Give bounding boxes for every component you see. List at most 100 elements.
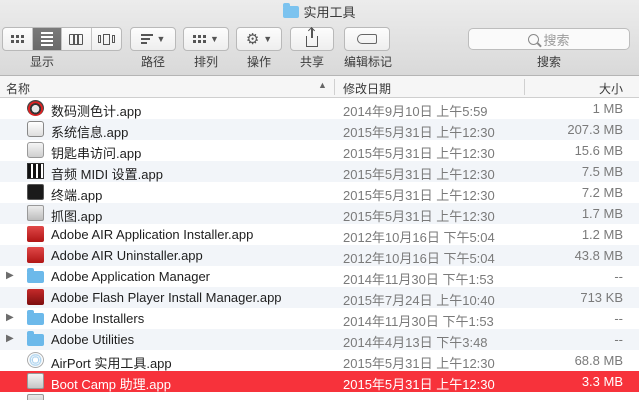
tags-group: 编辑标记	[344, 27, 392, 69]
file-row[interactable]: Adobe Flash Player Install Manager.app 20…	[0, 287, 639, 308]
file-date: 2015年5月31日 上午12:30	[343, 209, 495, 224]
file-row[interactable]: ▶ Adobe Installers 2014年11月30日 下午1:53 --	[0, 308, 639, 329]
file-name: 终端.app	[51, 188, 103, 203]
column-name[interactable]: 名称	[6, 80, 30, 97]
action-button[interactable]: ⚙ ▼	[236, 27, 282, 51]
path-icon	[140, 34, 153, 44]
file-date: 2015年5月31日 上午12:30	[343, 125, 495, 140]
chevron-down-icon: ▼	[210, 34, 219, 44]
list-view-button[interactable]	[32, 28, 62, 50]
app-icon	[27, 121, 44, 137]
file-name: Adobe Utilities	[51, 332, 135, 347]
app-icon	[27, 142, 44, 158]
file-date: 2012年10月16日 下午5:04	[343, 230, 495, 245]
file-row[interactable]: 系统信息.app 2015年5月31日 上午12:30 207.3 MB	[0, 119, 639, 140]
file-row[interactable]: ▶ Adobe Utilities 2014年4月13日 下午3:48 --	[0, 329, 639, 350]
file-date: 2012年10月16日 下午5:04	[343, 251, 495, 266]
file-row[interactable]: 终端.app 2015年5月31日 上午12:30 7.2 MB	[0, 182, 639, 203]
edit-tags-label: 编辑标记	[344, 55, 393, 69]
column-view-button[interactable]	[62, 28, 92, 50]
file-name: AirPort 实用工具.app	[51, 356, 172, 371]
file-list: 数码测色计.app 2014年9月10日 上午5:59 1 MB 系统信息.app 20…	[0, 98, 639, 400]
path-button[interactable]: ▼	[130, 27, 176, 51]
file-row[interactable]: 钥匙串访问.app 2015年5月31日 上午12:30 15.6 MB	[0, 140, 639, 161]
column-header: 名称 ▲ 修改日期 大小	[0, 76, 639, 98]
column-size[interactable]: 大小	[599, 80, 623, 97]
share-icon	[306, 27, 318, 47]
file-row[interactable]: Adobe AIR Application Installer.app 2012年…	[0, 224, 639, 245]
edit-tags-button[interactable]	[344, 27, 390, 51]
file-name: Adobe Application Manager	[51, 269, 211, 284]
file-size: 7.5 MB	[581, 164, 623, 179]
file-date: 2014年4月13日 下午3:48	[343, 335, 488, 350]
file-size: 1.2 MB	[581, 227, 623, 242]
file-name: Adobe Flash Player Install Manager.app	[51, 290, 282, 305]
file-row[interactable]: ▶ Adobe Application Manager 2014年11月30日 下午…	[0, 266, 639, 287]
sort-arrow-icon: ▲	[318, 80, 327, 90]
app-icon	[27, 352, 44, 368]
app-icon	[27, 247, 44, 263]
file-size: --	[614, 332, 623, 347]
share-group: 共享	[290, 27, 334, 69]
share-label: 共享	[299, 55, 324, 69]
search-label: 搜索	[536, 55, 561, 69]
file-name: Adobe AIR Uninstaller.app	[51, 248, 203, 263]
toolbar: 实用工具 显示 ▼ 路径 ▼ 排列 ⚙ ▼ 操作 共享 编辑标记 搜索 搜索	[0, 0, 639, 76]
coverflow-view-button[interactable]	[92, 28, 121, 50]
icon-view-button[interactable]	[3, 28, 33, 50]
share-button[interactable]	[290, 27, 334, 51]
file-date: 2014年11月30日 下午1:53	[343, 272, 494, 287]
file-name: Adobe Installers	[51, 311, 145, 326]
app-icon	[27, 100, 44, 116]
column-divider[interactable]	[334, 79, 335, 95]
folder-icon	[283, 3, 300, 18]
column-divider[interactable]	[524, 79, 525, 95]
sort-button[interactable]: ▼	[183, 27, 229, 51]
file-size: 7.2 MB	[581, 185, 623, 200]
icon-view-icon	[10, 35, 24, 43]
view-label: 显示	[29, 55, 54, 69]
search-placeholder: 搜索	[543, 32, 570, 48]
file-row[interactable]: 音频 MIDI 设置.app 2015年5月31日 上午12:30 7.5 MB	[0, 161, 639, 182]
file-name: 抓图.app	[51, 209, 103, 224]
file-size: 1.7 MB	[581, 206, 623, 221]
column-date[interactable]: 修改日期	[343, 80, 391, 97]
file-row[interactable]: 数码测色计.app 2014年9月10日 上午5:59 1 MB	[0, 98, 639, 119]
file-row[interactable]: Adobe AIR Uninstaller.app 2012年10月16日 下午5…	[0, 245, 639, 266]
file-row[interactable]	[0, 392, 639, 400]
file-name: 钥匙串访问.app	[51, 146, 142, 161]
file-date: 2014年11月30日 下午1:53	[343, 314, 494, 329]
search-input[interactable]: 搜索	[468, 28, 630, 50]
sort-group: ▼ 排列	[183, 27, 229, 69]
view-group: 显示	[2, 27, 122, 69]
sort-label: 排列	[193, 55, 218, 69]
action-group: ⚙ ▼ 操作	[236, 27, 282, 69]
list-view-icon	[40, 32, 53, 46]
path-group: ▼ 路径	[130, 27, 176, 69]
disclosure-triangle-icon[interactable]: ▶	[6, 333, 14, 344]
app-icon	[27, 184, 44, 200]
file-size: 713 KB	[580, 290, 623, 305]
file-name: 数码测色计.app	[51, 104, 142, 119]
file-size: --	[614, 311, 623, 326]
search-group: 搜索 搜索	[468, 28, 630, 69]
file-date: 2015年5月31日 上午12:30	[343, 377, 495, 392]
file-date: 2015年5月31日 上午12:30	[343, 146, 495, 161]
disclosure-triangle-icon[interactable]: ▶	[6, 270, 14, 281]
app-icon	[27, 226, 44, 242]
file-name: 音频 MIDI 设置.app	[51, 167, 163, 182]
file-name: Adobe AIR Application Installer.app	[51, 227, 254, 242]
folder-icon	[27, 331, 44, 346]
file-row[interactable]: 抓图.app 2015年5月31日 上午12:30 1.7 MB	[0, 203, 639, 224]
file-size: 68.8 MB	[574, 353, 623, 368]
file-size: 207.3 MB	[567, 122, 623, 137]
gear-icon: ⚙	[245, 31, 260, 48]
file-date: 2015年5月31日 上午12:30	[343, 167, 495, 182]
app-icon	[27, 373, 44, 389]
file-row[interactable]: AirPort 实用工具.app 2015年5月31日 上午12:30 68.8 M…	[0, 350, 639, 371]
file-row[interactable]: Boot Camp 助理.app 2015年5月31日 上午12:30 3.3 MB	[0, 371, 639, 392]
disclosure-triangle-icon[interactable]: ▶	[6, 312, 14, 323]
column-view-icon	[69, 33, 84, 45]
app-icon	[27, 394, 44, 400]
app-icon	[27, 163, 44, 179]
